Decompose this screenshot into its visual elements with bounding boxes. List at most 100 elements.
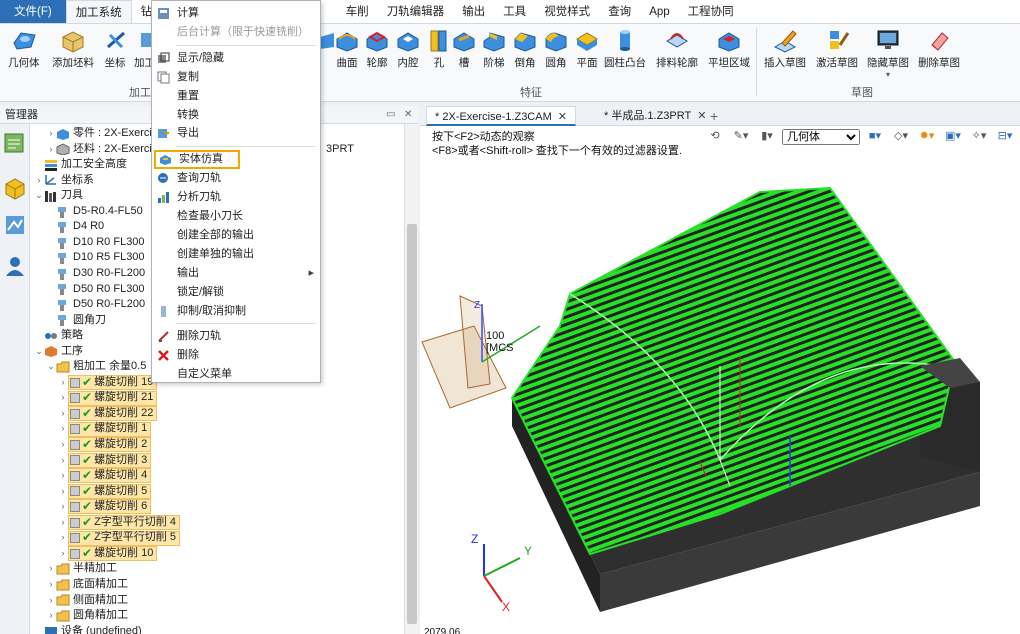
menu-toolpath-editor[interactable]: 刀轨编辑器 — [378, 0, 454, 23]
side-tab-assembly[interactable] — [3, 212, 27, 240]
nesting-contour-button[interactable]: 排料轮廓 — [656, 27, 698, 70]
pocket-button[interactable]: 内腔 — [395, 27, 421, 70]
scrollbar-thumb[interactable] — [407, 224, 417, 624]
context-menu-item[interactable]: 删除刀轨 — [152, 327, 320, 346]
expand-arrow-icon[interactable]: › — [46, 608, 56, 624]
undo-view-icon[interactable]: ⟲ — [704, 129, 726, 145]
feature-partial-button[interactable] — [320, 27, 334, 55]
tree-row[interactable]: › 半精加工 — [46, 561, 117, 577]
menu-item-solid-simulation[interactable]: 实体仿真 — [154, 150, 240, 170]
expand-arrow-icon[interactable]: › — [58, 530, 68, 546]
operation-row[interactable]: › ✔ 螺旋切削 19 — [58, 375, 158, 391]
tree-row[interactable]: D30 R0-FL200 — [46, 266, 145, 282]
tree-row[interactable]: › 侧面精加工 — [46, 593, 128, 609]
cylinder-boss-button[interactable]: 圆柱凸台 — [604, 27, 646, 70]
expand-arrow-icon[interactable]: › — [46, 577, 56, 593]
display-icon[interactable]: ▣▾ — [942, 129, 964, 145]
selected-operation[interactable]: ✔ 螺旋切削 3 — [68, 453, 152, 468]
expand-arrow-icon[interactable]: › — [58, 453, 68, 469]
plane-button[interactable]: 平面 — [574, 27, 600, 70]
hole-button[interactable]: 孔 — [426, 27, 452, 70]
selected-operation[interactable]: ✔ Z字型平行切削 5 — [68, 530, 180, 546]
menu-app[interactable]: App — [640, 0, 678, 23]
expand-arrow-icon[interactable]: › — [58, 499, 68, 515]
tree-row[interactable]: ⌄ 刀具 — [34, 188, 83, 204]
expand-arrow-icon[interactable]: › — [34, 173, 44, 189]
insert-sketch-button[interactable]: 插入草图 — [764, 27, 806, 70]
expand-arrow-icon[interactable]: › — [58, 515, 68, 531]
context-menu-item[interactable]: 检查最小刀长 — [152, 207, 320, 226]
hide-sketch-button[interactable]: 隐藏草图 ▾ — [867, 27, 909, 79]
slot-button[interactable]: 槽 — [451, 27, 477, 70]
selected-operation[interactable]: ✔ 螺旋切削 6 — [68, 499, 152, 515]
3d-viewport[interactable]: 按下<F2>动态的观察 <F8>或者<Shift-roll> 查找下一个有效的过… — [420, 126, 1020, 634]
fillet-button[interactable]: 圆角 — [543, 27, 569, 70]
selected-operation[interactable]: ✔ 螺旋切削 21 — [68, 390, 158, 406]
expand-arrow-icon[interactable]: › — [46, 593, 56, 609]
filter-icon[interactable]: ▮▾ — [756, 129, 778, 145]
expand-arrow-icon[interactable]: › — [58, 546, 68, 562]
tree-row[interactable]: D50 R0-FL200 — [46, 297, 145, 313]
side-tab-manager[interactable] — [3, 130, 27, 158]
context-menu-item[interactable]: 复制 — [152, 68, 320, 87]
collapse-arrow-icon[interactable]: ⌄ — [46, 359, 56, 375]
tree-row[interactable]: › 坐标系 — [34, 173, 95, 189]
collapse-arrow-icon[interactable]: ⌄ — [34, 188, 44, 204]
expand-arrow-icon[interactable]: › — [58, 375, 68, 391]
chevron-down-icon[interactable]: ▾ — [867, 70, 909, 79]
activate-sketch-button[interactable]: 激活草图 — [816, 27, 858, 70]
side-tab-cube[interactable] — [3, 176, 27, 204]
section-icon[interactable]: ⊟▾ — [994, 129, 1016, 145]
context-menu-item[interactable]: 显示/隐藏 — [152, 49, 320, 68]
operation-row[interactable]: › ✔ 螺旋切削 22 — [58, 406, 158, 422]
tree-row[interactable]: D10 R0 FL300 — [46, 235, 145, 251]
context-menu-item[interactable]: 计算 — [152, 4, 320, 23]
tree-row[interactable]: 设备 (undefined) — [34, 624, 142, 634]
render-style-icon[interactable]: ✹▾ — [916, 129, 938, 145]
context-menu-item[interactable]: 后台计算（限于快速铣削） — [152, 23, 320, 42]
operation-row[interactable]: › ✔ 螺旋切削 2 — [58, 437, 152, 453]
tree-row[interactable]: 圆角刀 — [46, 313, 106, 329]
add-stock-button[interactable]: 添加坯料 — [52, 27, 94, 70]
tree-row[interactable]: D10 R5 FL300 — [46, 250, 145, 266]
surface-button[interactable]: 曲面 — [334, 27, 360, 70]
tab-semifinished-part[interactable]: * 半成品.1.Z3PRT ✕ — [596, 106, 714, 126]
context-menu-item[interactable]: 查询刀轨 — [152, 169, 320, 188]
selected-operation[interactable]: ✔ 螺旋切削 2 — [68, 437, 152, 453]
selected-operation[interactable]: ✔ 螺旋切削 5 — [68, 484, 152, 499]
context-menu-item[interactable]: 重置 — [152, 87, 320, 106]
menu-machining-system[interactable]: 加工系统 — [65, 0, 132, 23]
context-menu-item[interactable]: 输出 ▸ — [152, 264, 320, 283]
wireframe-icon[interactable]: ◇▾ — [890, 129, 912, 145]
expand-arrow-icon[interactable]: › — [58, 484, 68, 500]
tree-row[interactable]: › 坯料 : 2X-Exercise — [46, 142, 163, 158]
selected-operation[interactable]: ✔ 螺旋切削 1 — [68, 421, 152, 437]
selected-operation[interactable]: ✔ 螺旋切削 4 — [68, 468, 152, 484]
context-menu-item[interactable]: 抑制/取消抑制 — [152, 302, 320, 321]
operation-row[interactable]: › ✔ 螺旋切削 3 — [58, 453, 152, 469]
model-canvas[interactable] — [420, 126, 1020, 634]
operation-row[interactable]: › ✔ 螺旋切削 4 — [58, 468, 152, 484]
chamfer-button[interactable]: 倒角 — [512, 27, 538, 70]
menu-tools[interactable]: 工具 — [494, 0, 535, 23]
tree-row[interactable]: D50 R0 FL300 — [46, 282, 145, 298]
filter-select[interactable]: 几何体 — [782, 129, 860, 145]
menu-turning[interactable]: 车削 — [337, 0, 378, 23]
context-menu-item[interactable]: 锁定/解锁 — [152, 283, 320, 302]
selected-operation[interactable]: ✔ 螺旋切削 22 — [68, 406, 158, 422]
contour-button[interactable]: 轮廓 — [364, 27, 390, 70]
tree-row[interactable]: 策略 — [34, 328, 83, 344]
context-menu-item[interactable]: 转换 — [152, 106, 320, 125]
menu-file[interactable]: 文件(F) — [0, 0, 66, 23]
flat-area-button[interactable]: 平坦区域 — [708, 27, 750, 70]
coordinate-button[interactable]: 坐标 — [102, 27, 128, 70]
operation-row[interactable]: › ✔ 螺旋切削 21 — [58, 390, 158, 406]
tree-row[interactable]: ⌄ 工序 — [34, 344, 83, 360]
tree-row[interactable]: › 零件 : 2X-Exercise- — [46, 126, 167, 142]
tree-row[interactable]: › 圆角精加工 — [46, 608, 128, 624]
expand-arrow-icon[interactable]: › — [58, 406, 68, 422]
selected-operation[interactable]: ✔ 螺旋切削 10 — [68, 546, 158, 562]
context-menu-item[interactable]: 分析刀轨 — [152, 188, 320, 207]
pin-icon[interactable]: ▭ — [386, 106, 395, 124]
context-menu-item[interactable]: 创建单独的输出 — [152, 245, 320, 264]
